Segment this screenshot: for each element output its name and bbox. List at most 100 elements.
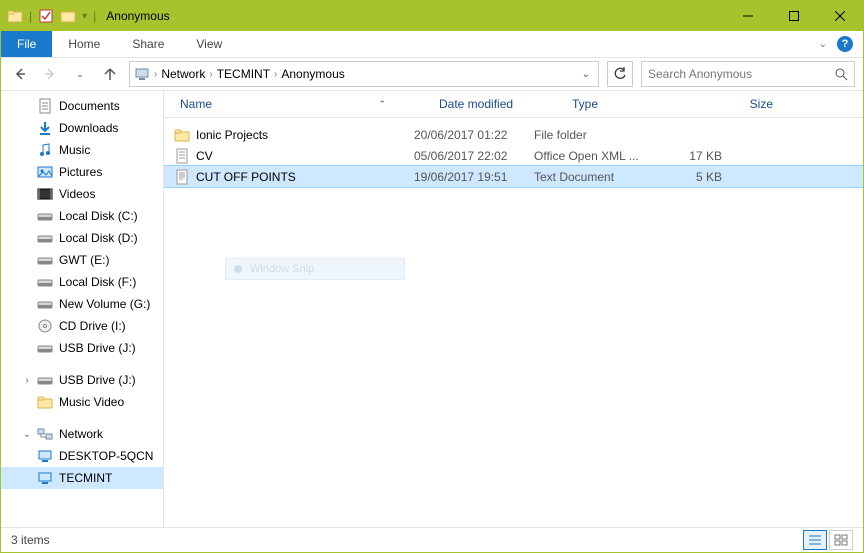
tree-item[interactable]: USB Drive (J:) <box>1 337 163 359</box>
status-bar: 3 items <box>1 527 863 552</box>
column-name[interactable]: Name⌃ <box>174 91 433 117</box>
file-rows[interactable]: Ionic Projects20/06/2017 01:22File folde… <box>164 118 863 527</box>
expand-icon[interactable]: ⌄ <box>21 429 33 440</box>
file-row[interactable]: Ionic Projects20/06/2017 01:22File folde… <box>164 124 863 145</box>
home-tab[interactable]: Home <box>52 31 116 57</box>
title-bar: | ▾ | Anonymous <box>1 1 863 31</box>
tree-item-label: Downloads <box>57 121 118 135</box>
tree-item-label: Pictures <box>57 165 102 179</box>
help-button[interactable]: ? <box>837 36 853 52</box>
search-icon[interactable] <box>834 67 848 81</box>
file-size: 17 KB <box>654 149 722 163</box>
tree-item-label: Local Disk (F:) <box>57 275 136 289</box>
tree-item-label: Videos <box>57 187 95 201</box>
breadcrumb-item[interactable]: Anonymous <box>281 67 344 81</box>
file-size: 5 KB <box>654 170 722 184</box>
tree-item[interactable]: ⌄ Network <box>1 423 163 445</box>
tree-item-label: GWT (E:) <box>57 253 109 267</box>
pc-icon <box>37 448 53 464</box>
file-row[interactable]: CUT OFF POINTS19/06/2017 19:51Text Docum… <box>164 166 863 187</box>
chevron-right-icon[interactable]: › <box>154 69 157 80</box>
doc-icon <box>37 98 53 114</box>
tree-item[interactable]: › USB Drive (J:) <box>1 369 163 391</box>
search-input[interactable]: Search Anonymous <box>641 61 855 87</box>
close-button[interactable] <box>817 1 863 31</box>
refresh-button[interactable] <box>607 61 633 87</box>
vid-icon <box>37 186 53 202</box>
tree-item[interactable]: TECMINT <box>1 467 163 489</box>
up-button[interactable] <box>99 63 121 85</box>
folder-small-icon[interactable] <box>60 8 76 24</box>
tree-item[interactable]: New Volume (G:) <box>1 293 163 315</box>
tree-item[interactable]: Pictures <box>1 161 163 183</box>
file-type: Office Open XML ... <box>534 149 654 163</box>
recent-dropdown[interactable]: ⌄ <box>69 63 91 85</box>
details-view-button[interactable] <box>803 530 827 550</box>
tree-item[interactable]: Videos <box>1 183 163 205</box>
ribbon-tabs: File Home Share View ⌄ ? <box>1 31 863 58</box>
minimize-button[interactable] <box>725 1 771 31</box>
back-button[interactable] <box>9 63 31 85</box>
navigation-pane[interactable]: Documents Downloads Music Pictures Videos Loc… <box>1 91 164 527</box>
tree-item-label: Network <box>57 427 103 441</box>
folder-icon <box>7 8 23 24</box>
forward-button[interactable] <box>39 63 61 85</box>
tree-item-label: USB Drive (J:) <box>57 341 136 355</box>
file-date: 20/06/2017 01:22 <box>414 128 534 142</box>
qat-dropdown[interactable]: ▾ <box>82 11 87 22</box>
drive-icon <box>37 340 53 356</box>
down-icon <box>37 120 53 136</box>
drive-icon <box>37 372 53 388</box>
file-row[interactable]: CV05/06/2017 22:02Office Open XML ...17 … <box>164 145 863 166</box>
navigation-bar: ⌄ › Network › TECMINT › Anonymous ⌄ Sear… <box>1 58 863 91</box>
tree-item[interactable]: Music <box>1 139 163 161</box>
tree-item[interactable]: Local Disk (F:) <box>1 271 163 293</box>
file-date: 05/06/2017 22:02 <box>414 149 534 163</box>
expand-icon[interactable]: › <box>21 375 33 386</box>
tree-item-label: Music <box>57 143 90 157</box>
file-list-pane: Name⌃ Date modified Type Size Ionic Proj… <box>164 91 863 527</box>
share-tab[interactable]: Share <box>116 31 180 57</box>
file-type: File folder <box>534 128 654 142</box>
view-tab[interactable]: View <box>180 31 238 57</box>
tree-item[interactable]: Music Video <box>1 391 163 413</box>
tree-item[interactable]: Local Disk (D:) <box>1 227 163 249</box>
tree-item-label: Local Disk (D:) <box>57 231 138 245</box>
maximize-button[interactable] <box>771 1 817 31</box>
tree-item[interactable]: CD Drive (I:) <box>1 315 163 337</box>
cd-icon <box>37 318 53 334</box>
net-icon <box>37 426 53 442</box>
search-placeholder: Search Anonymous <box>648 67 752 81</box>
chevron-right-icon[interactable]: › <box>209 69 212 80</box>
breadcrumb-item[interactable]: Network <box>161 67 205 81</box>
tree-item[interactable]: DESKTOP-5QCN <box>1 445 163 467</box>
thumbnails-view-button[interactable] <box>829 530 853 550</box>
tree-item[interactable]: Downloads <box>1 117 163 139</box>
file-tab[interactable]: File <box>1 31 52 57</box>
pc-icon <box>134 66 150 82</box>
file-name: CUT OFF POINTS <box>196 170 296 184</box>
column-size[interactable]: Size <box>699 91 780 117</box>
tree-item-label: Music Video <box>57 395 124 409</box>
chevron-right-icon[interactable]: › <box>274 69 277 80</box>
ribbon-expand-icon[interactable]: ⌄ <box>819 39 827 50</box>
breadcrumb-item[interactable]: TECMINT <box>217 67 270 81</box>
pc-icon <box>37 470 53 486</box>
docfile-icon <box>174 148 190 164</box>
pic-icon <box>37 164 53 180</box>
column-date[interactable]: Date modified <box>433 91 566 117</box>
column-headers: Name⌃ Date modified Type Size <box>164 91 863 118</box>
folder-icon <box>37 394 53 410</box>
tree-item[interactable]: Local Disk (C:) <box>1 205 163 227</box>
column-type[interactable]: Type <box>566 91 699 117</box>
address-bar[interactable]: › Network › TECMINT › Anonymous ⌄ <box>129 61 599 87</box>
tree-item[interactable]: GWT (E:) <box>1 249 163 271</box>
address-dropdown[interactable]: ⌄ <box>578 69 594 80</box>
drive-icon <box>37 296 53 312</box>
window-title: Anonymous <box>106 9 169 23</box>
tree-item[interactable]: Documents <box>1 95 163 117</box>
drive-icon <box>37 230 53 246</box>
properties-icon[interactable] <box>38 8 54 24</box>
tree-item-label: USB Drive (J:) <box>57 373 136 387</box>
divider: | <box>93 9 96 23</box>
